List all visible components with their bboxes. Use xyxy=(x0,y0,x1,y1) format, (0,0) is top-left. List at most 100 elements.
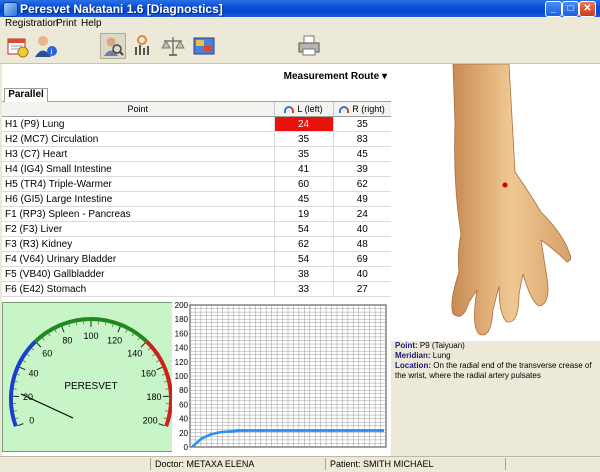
gauge-tick xyxy=(62,327,64,333)
table-row[interactable]: H1 (P9) Lung2435 xyxy=(2,117,391,132)
right-value-cell[interactable]: 40 xyxy=(333,267,391,282)
title-bar[interactable]: Peresvet Nakatani 1.6 [Diagnostics] _ □ … xyxy=(0,0,600,17)
table-row[interactable]: H3 (C7) Heart3545 xyxy=(2,147,391,162)
map-icon[interactable] xyxy=(191,33,217,59)
status-doctor: Doctor: METAXA ELENA xyxy=(155,459,254,469)
gauge-tick-label: 200 xyxy=(143,416,158,426)
maximize-button[interactable]: □ xyxy=(562,1,579,17)
graph-plot: 200180160140120100806040200 xyxy=(172,302,389,452)
left-value-cell[interactable]: 54 xyxy=(274,222,333,237)
gauge-tick-label: 80 xyxy=(62,336,72,346)
printer-icon[interactable] xyxy=(296,33,322,59)
left-value-cell[interactable]: 35 xyxy=(274,132,333,147)
gauge-minor-tick xyxy=(15,418,18,419)
gauge-minor-tick xyxy=(162,374,165,375)
gauge-label: PERESVET xyxy=(64,381,117,392)
right-value-cell[interactable]: 69 xyxy=(333,252,391,267)
gauge-tick xyxy=(157,367,162,369)
close-button[interactable]: ✕ xyxy=(579,1,596,17)
gauge-tick-label: 0 xyxy=(29,416,34,426)
table-row[interactable]: F2 (F3) Liver5440 xyxy=(2,222,391,237)
right-value-cell[interactable]: 62 xyxy=(333,177,391,192)
point-cell: H6 (GI5) Large Intestine xyxy=(2,192,274,207)
table-row[interactable]: F4 (V64) Urinary Bladder5469 xyxy=(2,252,391,267)
column-header-point[interactable]: Point xyxy=(2,102,274,117)
table-row[interactable]: F6 (E42) Stomach3327 xyxy=(2,282,391,297)
menu-print[interactable]: Print xyxy=(56,18,77,29)
column-header-right[interactable]: R (right) xyxy=(333,102,391,117)
right-value-cell[interactable]: 48 xyxy=(333,237,391,252)
gauge-minor-tick xyxy=(105,322,106,325)
gauge-arc xyxy=(11,341,35,426)
y-tick-label: 140 xyxy=(175,344,189,353)
y-tick-label: 120 xyxy=(175,358,189,367)
gauge-minor-tick xyxy=(126,330,127,333)
y-tick-label: 200 xyxy=(175,302,189,310)
gauge-minor-tick xyxy=(164,381,167,382)
left-value-cell[interactable]: 38 xyxy=(274,267,333,282)
app-icon xyxy=(3,2,18,17)
left-value-cell[interactable]: 45 xyxy=(274,192,333,207)
acupoint-marker[interactable] xyxy=(503,183,508,188)
table-row[interactable]: F3 (R3) Kidney6248 xyxy=(2,237,391,252)
right-value-cell[interactable]: 83 xyxy=(333,132,391,147)
y-tick-label: 60 xyxy=(179,400,188,409)
gauge-minor-tick xyxy=(15,381,18,382)
left-value-cell[interactable]: 41 xyxy=(274,162,333,177)
y-tick-label: 40 xyxy=(179,415,188,424)
left-value-cell[interactable]: 62 xyxy=(274,237,333,252)
gauge-tick-label: 60 xyxy=(42,349,52,359)
right-value-cell[interactable]: 40 xyxy=(333,222,391,237)
gauge-minor-tick xyxy=(76,322,77,325)
tab-strip: Parallel xyxy=(2,88,391,102)
gauge-tick xyxy=(118,327,120,333)
gauge-tick-label: 160 xyxy=(141,368,156,378)
gauge-tick-label: 120 xyxy=(107,336,122,346)
right-value-cell[interactable]: 49 xyxy=(333,192,391,207)
hand-image-panel xyxy=(391,64,600,341)
right-value-cell[interactable]: 27 xyxy=(333,282,391,297)
left-value-cell[interactable]: 33 xyxy=(274,282,333,297)
right-value-cell[interactable]: 45 xyxy=(333,147,391,162)
right-value-cell[interactable]: 35 xyxy=(333,117,391,132)
gauge-tick xyxy=(20,367,25,369)
table-row[interactable]: F5 (VB40) Gallbladder3840 xyxy=(2,267,391,282)
point-cell: F5 (VB40) Gallbladder xyxy=(2,267,274,282)
table-row[interactable]: H4 (IG4) Small Intestine4139 xyxy=(2,162,391,177)
calendar-icon[interactable] xyxy=(4,33,30,59)
left-value-cell[interactable]: 60 xyxy=(274,177,333,192)
table-row[interactable]: H5 (TR4) Triple-Warmer6062 xyxy=(2,177,391,192)
gauge-minor-tick xyxy=(55,330,56,333)
left-value-cell[interactable]: 54 xyxy=(274,252,333,267)
y-tick-label: 20 xyxy=(179,429,188,438)
measurement-route-dropdown[interactable]: Measurement Route ▾ xyxy=(284,71,387,82)
chart-icon[interactable] xyxy=(129,33,155,59)
location-label: Location: xyxy=(395,361,431,370)
left-value-cell[interactable]: 24 xyxy=(274,117,333,132)
menu-help[interactable]: Help xyxy=(81,18,102,29)
table-row[interactable]: H2 (MC7) Circulation3583 xyxy=(2,132,391,147)
point-cell: F6 (E42) Stomach xyxy=(2,282,274,297)
gauge-icon xyxy=(339,106,349,113)
gauge-meter: 020406080100120140160180200PERESVET xyxy=(3,303,183,451)
gauge-tick-label: 180 xyxy=(146,392,161,402)
patient-info-icon[interactable]: i xyxy=(32,33,58,59)
gauge-tick xyxy=(18,424,24,426)
minimize-button[interactable]: _ xyxy=(545,1,562,17)
point-cell: H1 (P9) Lung xyxy=(2,117,274,132)
left-value-cell[interactable]: 19 xyxy=(274,207,333,222)
menu-registration[interactable]: Registration xyxy=(5,18,58,29)
scales-icon[interactable] xyxy=(160,33,186,59)
table-row[interactable]: H6 (GI5) Large Intestine4549 xyxy=(2,192,391,207)
table-row[interactable]: F1 (RP3) Spleen - Pancreas1924 xyxy=(2,207,391,222)
diagnostics-icon[interactable] xyxy=(100,33,126,59)
point-cell: F2 (F3) Liver xyxy=(2,222,274,237)
left-value-cell[interactable]: 35 xyxy=(274,147,333,162)
right-value-cell[interactable]: 39 xyxy=(333,162,391,177)
point-label: Point: xyxy=(395,341,418,350)
tab-parallel[interactable]: Parallel xyxy=(4,88,48,102)
column-header-left[interactable]: L (left) xyxy=(274,102,333,117)
y-tick-label: 180 xyxy=(175,315,189,324)
point-cell: H4 (IG4) Small Intestine xyxy=(2,162,274,177)
right-value-cell[interactable]: 24 xyxy=(333,207,391,222)
